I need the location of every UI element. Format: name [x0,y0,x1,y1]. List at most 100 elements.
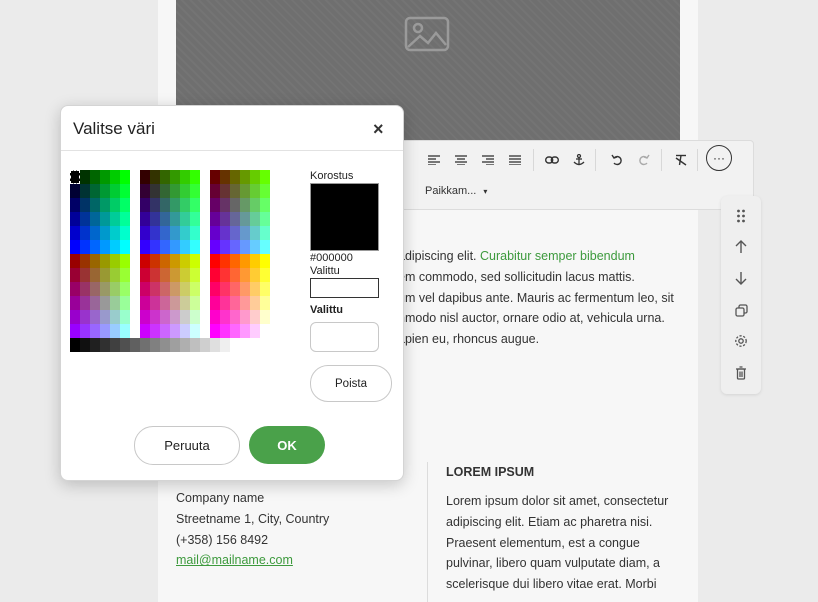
color-swatch[interactable] [180,296,190,310]
color-swatch[interactable] [180,268,190,282]
color-swatch[interactable] [70,212,80,226]
color-swatch[interactable] [180,324,190,338]
color-swatch[interactable] [210,338,220,352]
color-swatch[interactable] [90,268,100,282]
drag-handle-icon[interactable] [731,206,751,226]
color-swatch[interactable] [110,338,120,352]
color-swatch[interactable] [140,268,150,282]
color-swatch[interactable] [230,310,240,324]
color-swatch[interactable] [250,324,260,338]
color-swatch[interactable] [240,240,250,254]
color-swatch[interactable] [210,254,220,268]
color-swatch[interactable] [250,268,260,282]
color-swatch[interactable] [120,282,130,296]
color-swatch[interactable] [180,170,190,184]
color-swatch[interactable] [190,310,200,324]
color-swatch[interactable] [150,212,160,226]
link-icon[interactable] [539,150,565,170]
color-swatch[interactable] [250,310,260,324]
color-swatch[interactable] [100,338,110,352]
color-swatch[interactable] [70,310,80,324]
color-swatch[interactable] [150,240,160,254]
color-swatch[interactable] [120,198,130,212]
color-swatch[interactable] [220,170,230,184]
color-swatch[interactable] [100,184,110,198]
color-swatch[interactable] [70,170,80,184]
color-swatch[interactable] [230,212,240,226]
align-justify-icon[interactable] [502,150,528,170]
color-swatch[interactable] [250,198,260,212]
color-swatch[interactable] [160,310,170,324]
color-swatch[interactable] [260,324,270,338]
color-swatch[interactable] [150,338,160,352]
color-swatch[interactable] [80,184,90,198]
color-swatch[interactable] [110,268,120,282]
color-swatch[interactable] [80,170,90,184]
color-swatch[interactable] [120,184,130,198]
color-swatch[interactable] [240,170,250,184]
color-swatch[interactable] [210,240,220,254]
color-swatch[interactable] [230,296,240,310]
color-swatch[interactable] [240,212,250,226]
color-swatch[interactable] [70,184,80,198]
clear-format-icon[interactable] [668,150,694,170]
color-swatch[interactable] [140,254,150,268]
color-swatch[interactable] [250,184,260,198]
color-swatch[interactable] [90,198,100,212]
color-swatch[interactable] [70,254,80,268]
align-left-icon[interactable] [421,150,447,170]
color-swatch[interactable] [160,338,170,352]
color-swatch[interactable] [150,296,160,310]
color-swatch[interactable] [170,240,180,254]
close-icon[interactable]: × [373,120,384,138]
color-swatch[interactable] [90,170,100,184]
align-right-icon[interactable] [475,150,501,170]
color-swatch[interactable] [220,310,230,324]
color-swatch[interactable] [140,310,150,324]
color-swatch[interactable] [180,212,190,226]
color-swatch[interactable] [70,226,80,240]
color-swatch[interactable] [100,268,110,282]
color-swatch[interactable] [70,240,80,254]
color-swatch[interactable] [150,198,160,212]
color-swatch[interactable] [260,240,270,254]
color-swatch[interactable] [110,254,120,268]
color-swatch[interactable] [250,296,260,310]
color-swatch[interactable] [120,296,130,310]
color-swatch[interactable] [100,310,110,324]
color-swatch[interactable] [90,254,100,268]
align-center-icon[interactable] [448,150,474,170]
color-swatch[interactable] [110,184,120,198]
color-swatch[interactable] [140,170,150,184]
color-swatch[interactable] [220,338,230,352]
color-swatch[interactable] [180,226,190,240]
arrow-down-icon[interactable] [731,268,751,288]
color-swatch[interactable] [210,282,220,296]
color-swatch[interactable] [150,254,160,268]
color-swatch[interactable] [260,254,270,268]
color-swatch[interactable] [160,226,170,240]
color-swatch[interactable] [170,254,180,268]
color-swatch[interactable] [190,226,200,240]
color-swatch[interactable] [210,310,220,324]
color-palette-grid[interactable] [70,170,280,358]
color-swatch[interactable] [140,212,150,226]
color-swatch[interactable] [120,170,130,184]
color-swatch[interactable] [180,282,190,296]
color-swatch[interactable] [250,240,260,254]
color-swatch[interactable] [210,268,220,282]
color-swatch[interactable] [90,282,100,296]
color-swatch[interactable] [80,310,90,324]
color-swatch[interactable] [190,170,200,184]
color-swatch[interactable] [110,170,120,184]
color-swatch[interactable] [240,310,250,324]
color-swatch[interactable] [150,226,160,240]
ok-button[interactable]: OK [249,426,325,464]
color-swatch[interactable] [260,184,270,198]
color-swatch[interactable] [100,198,110,212]
undo-icon[interactable] [604,150,630,170]
color-swatch[interactable] [170,268,180,282]
anchor-icon[interactable] [566,150,592,170]
color-swatch[interactable] [210,170,220,184]
color-swatch[interactable] [220,226,230,240]
